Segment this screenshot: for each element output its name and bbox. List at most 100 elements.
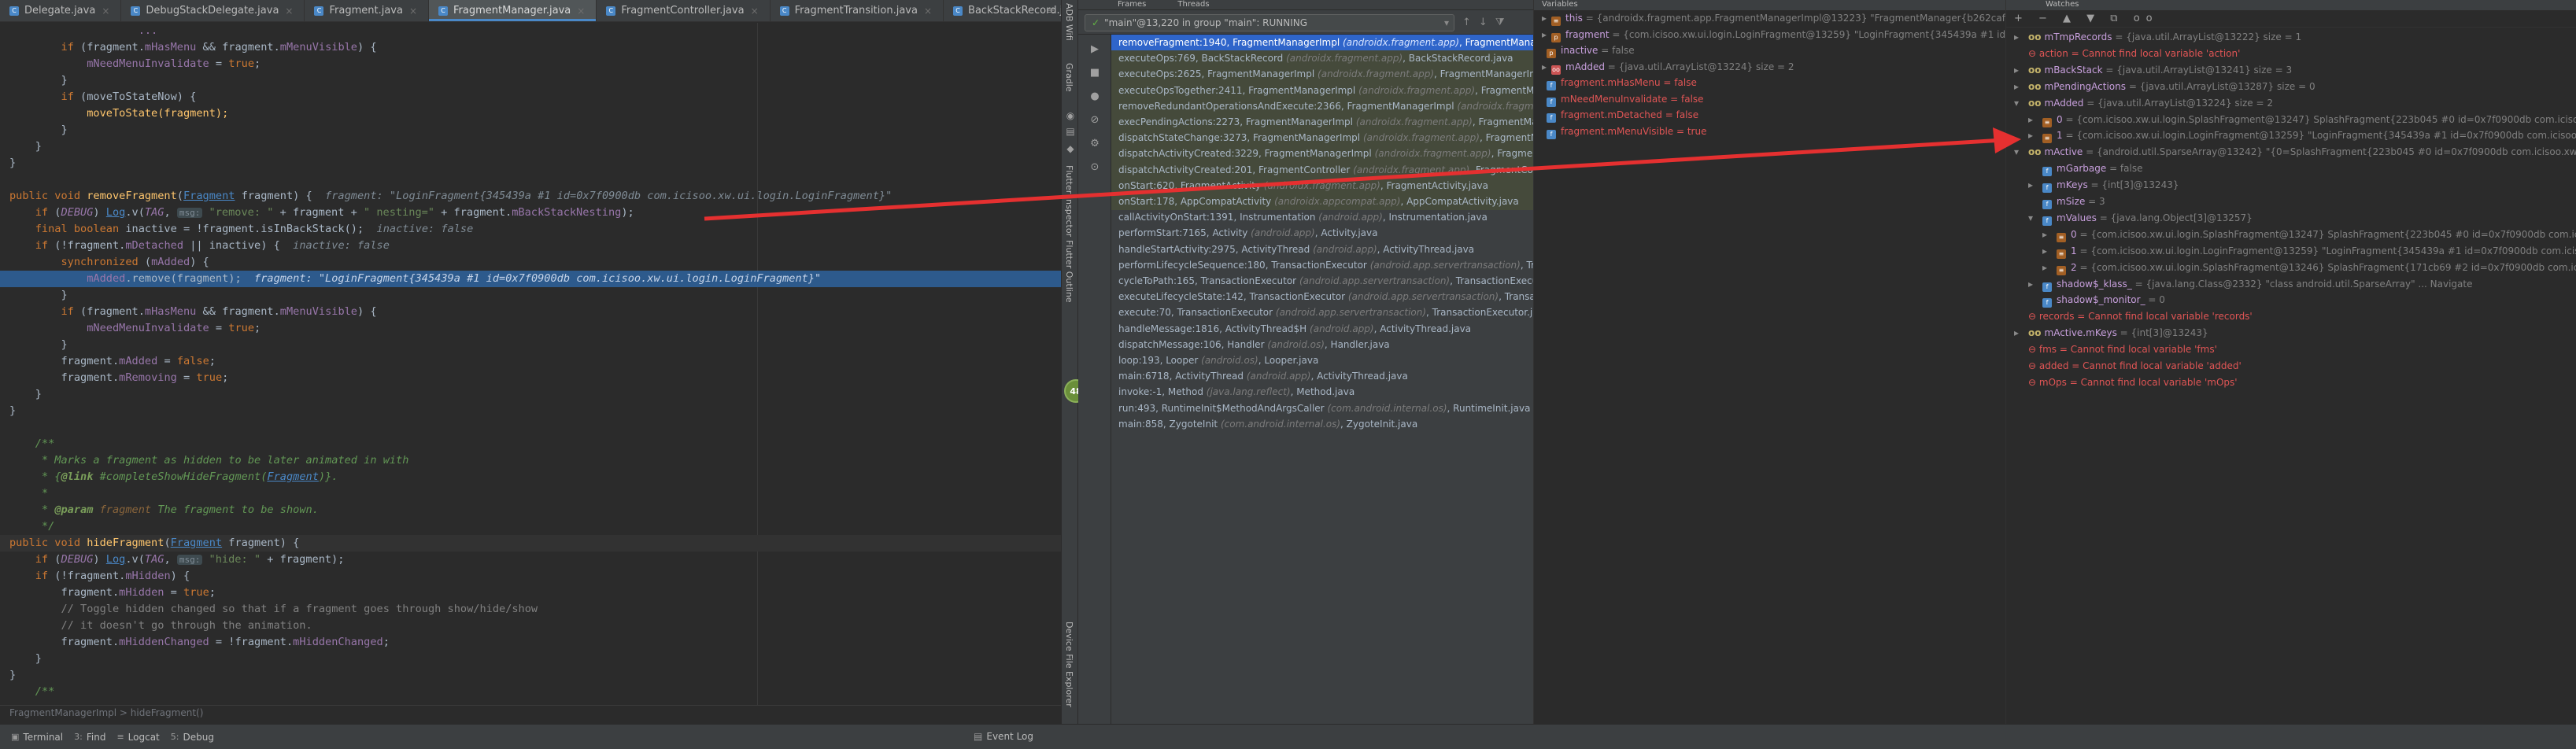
tab-delegate[interactable]: C Delegate.java × — [0, 0, 122, 21]
variable-row[interactable]: f mNeedMenuInvalidate = false — [1542, 91, 1704, 108]
watch-row[interactable]: ⊖ mOps = Cannot find local variable 'mOp… — [2014, 374, 2238, 391]
watch-row[interactable]: f shadow$_monitor_ = 0 — [2028, 292, 2165, 308]
close-icon[interactable]: × — [102, 6, 109, 17]
watches-toolbar[interactable]: + − ▲ ▼ ⧉ oo — [2006, 10, 2576, 28]
expand-icon[interactable]: ▸ — [2014, 29, 2023, 46]
bottom-tab-find[interactable]: 3: Find — [74, 732, 105, 743]
watch-row[interactable]: ▸ ≡ 0 = {com.icisoo.xw.ui.login.SplashFrag… — [2042, 227, 2576, 243]
watch-row[interactable]: ⊖ added = Cannot find local variable 'ad… — [2014, 358, 2242, 374]
flutter-inspector-icon[interactable]: ◆ — [1065, 143, 1076, 154]
stack-frame[interactable]: cycleToPath:165, TransactionExecutor (an… — [1111, 273, 1533, 290]
expand-icon[interactable]: ▾ — [2014, 144, 2023, 160]
close-icon[interactable]: × — [285, 6, 293, 17]
bottom-tab-terminal[interactable]: ▣ Terminal — [11, 732, 63, 743]
code-editor[interactable]: ... if (fragment.mHasMenu && fragment.mM… — [0, 23, 1061, 705]
build-icon[interactable]: ▤ — [1065, 126, 1076, 137]
variable-row[interactable]: ▸ p fragment = {com.icisoo.xw.ui.login.Log… — [1542, 27, 2035, 43]
watch-row[interactable]: ▸ oo mBackStack = {java.util.ArrayList@132… — [2014, 62, 2292, 79]
stack-frame[interactable]: onStart:178, AppCompatActivity (androidx… — [1111, 194, 1533, 210]
variable-row[interactable]: f fragment.mMenuVisible = true — [1542, 124, 1706, 140]
expand-icon[interactable]: ▸ — [2014, 62, 2023, 79]
stack-frame[interactable]: invoke:-1, Method (java.lang.reflect), M… — [1111, 384, 1533, 400]
watch-row[interactable]: f mSize = 3 — [2028, 194, 2105, 210]
expand-icon[interactable]: ▸ — [2014, 325, 2023, 341]
tab-fragmentcontroller[interactable]: C FragmentController.java × — [597, 0, 771, 21]
stack-frame[interactable]: dispatchStateChange:3273, FragmentManage… — [1111, 130, 1533, 147]
watch-row[interactable]: ▾ oo mActive = {android.util.SparseArray@1… — [2014, 144, 2576, 160]
expand-icon[interactable]: ▸ — [2042, 260, 2052, 276]
stack-frame[interactable]: callActivityOnStart:1391, Instrumentatio… — [1111, 209, 1533, 226]
gradle-tab[interactable]: Gradle — [1064, 63, 1074, 92]
flutter-outline-tab[interactable]: Flutter Outline — [1064, 240, 1074, 303]
watch-row[interactable]: ▸ f mKeys = {int[3]@13243} — [2028, 177, 2179, 194]
watch-row[interactable]: ▸ ≡ 1 = {com.icisoo.xw.ui.login.LoginFragm… — [2028, 127, 2576, 144]
filter-icon[interactable]: ⧩ — [1495, 17, 1505, 28]
adb-wifi-tab[interactable]: ADB Wifi — [1064, 3, 1074, 41]
watch-row[interactable]: ▸ ≡ 0 = {com.icisoo.xw.ui.login.SplashFrag… — [2028, 112, 2576, 128]
stack-frame[interactable]: main:858, ZygoteInit (com.android.intern… — [1111, 416, 1533, 433]
watch-row[interactable]: ⊖ action = Cannot find local variable 'a… — [2014, 46, 2240, 62]
variable-row[interactable]: f fragment.mHasMenu = false — [1542, 75, 1697, 91]
tab-debugstackdelegate[interactable]: C DebugStackDelegate.java × — [121, 0, 305, 21]
expand-icon[interactable]: ▸ — [2028, 112, 2038, 128]
expand-icon[interactable]: ▸ — [2014, 79, 2023, 95]
device-file-explorer-tab[interactable]: Device File Explorer — [1064, 622, 1074, 707]
close-icon[interactable]: × — [751, 6, 759, 17]
pin-icon[interactable]: ⊙ — [1088, 160, 1102, 175]
stack-frame[interactable]: handleStartActivity:2975, ActivityThread… — [1111, 242, 1533, 258]
arrow-up-icon[interactable]: ↑ — [1462, 17, 1471, 28]
watch-row[interactable]: ▸ oo mPendingActions = {java.util.ArrayLis… — [2014, 79, 2315, 95]
flutter-inspector-tab[interactable]: Flutter Inspector — [1064, 165, 1074, 237]
stack-frame[interactable]: handleMessage:1816, ActivityThread$H (an… — [1111, 321, 1533, 338]
close-icon[interactable]: × — [409, 6, 417, 17]
arrow-down-icon[interactable]: ↓ — [1479, 17, 1488, 28]
expand-icon[interactable]: ▸ — [2042, 227, 2052, 243]
expand-icon[interactable]: ▸ — [2028, 276, 2038, 293]
stack-frame[interactable]: executeOpsTogether:2411, FragmentManager… — [1111, 82, 1533, 99]
watch-row[interactable]: ▸ oo mTmpRecords = {java.util.ArrayList@13… — [2014, 29, 2301, 46]
stack-frame[interactable]: onStart:620, FragmentActivity (androidx.… — [1111, 177, 1533, 194]
watch-row[interactable]: ⊖ records = Cannot find local variable '… — [2014, 308, 2253, 325]
expand-icon[interactable]: ▾ — [2014, 95, 2023, 112]
stack-frame[interactable]: executeOps:2625, FragmentManagerImpl (an… — [1111, 66, 1533, 83]
tab-fragmenttransition[interactable]: C FragmentTransition.java × — [771, 0, 944, 21]
event-log-button[interactable]: ▤ Event Log — [974, 731, 1033, 742]
expand-icon[interactable]: ▸ — [2028, 177, 2038, 194]
expand-icon[interactable]: ▸ — [1542, 61, 1547, 72]
expand-icon[interactable]: ▾ — [2028, 210, 2038, 227]
watch-row[interactable]: ▸ ≡ 2 = {com.icisoo.xw.ui.login.SplashFrag… — [2042, 260, 2576, 276]
stack-frame[interactable]: executeOps:769, BackStackRecord (android… — [1111, 50, 1533, 68]
variable-row[interactable]: p inactive = false — [1542, 42, 1635, 59]
bottom-tab-logcat[interactable]: ≡ Logcat — [116, 732, 159, 743]
watch-row[interactable]: ▸ f shadow$_klass_ = {java.lang.Class@2332… — [2028, 276, 2473, 293]
stack-frame[interactable]: performStart:7165, Activity (android.app… — [1111, 225, 1533, 242]
variable-row[interactable]: f fragment.mDetached = false — [1542, 107, 1698, 124]
tab-fragment[interactable]: C Fragment.java × — [305, 0, 430, 21]
stack-frame[interactable]: execPendingActions:2273, FragmentManager… — [1111, 114, 1533, 131]
breakpoint-current-line[interactable]: mAdded.remove(fragment); fragment: "Logi… — [0, 271, 1061, 287]
stack-frame[interactable]: dispatchActivityCreated:201, FragmentCon… — [1111, 161, 1533, 179]
tab-overflow-icon[interactable]: ≡ — [1047, 5, 1055, 16]
stop-icon[interactable]: ■ — [1088, 66, 1102, 80]
close-icon[interactable]: × — [577, 6, 585, 17]
stack-frame[interactable]: run:493, RuntimeInit$MethodAndArgsCaller… — [1111, 400, 1533, 417]
expand-icon[interactable]: ▸ — [2042, 243, 2052, 260]
watch-row[interactable]: f mGarbage = false — [2028, 160, 2142, 177]
stack-frame[interactable]: executeLifecycleState:142, TransactionEx… — [1111, 289, 1533, 305]
resume-icon[interactable]: ▶ — [1088, 42, 1102, 57]
variable-row[interactable]: ▸ oo mAdded = {java.util.ArrayList@13224} … — [1542, 59, 1794, 76]
thread-selector[interactable]: ✓ "main"@13,220 in group "main": RUNNING ▾ — [1085, 13, 1454, 31]
stack-frame[interactable]: dispatchActivityCreated:3229, FragmentMa… — [1111, 146, 1533, 163]
stack-frame[interactable]: execute:70, TransactionExecutor (android… — [1111, 304, 1533, 321]
watch-row[interactable]: ▾ f mValues = {java.lang.Object[3]@13257} — [2028, 210, 2253, 227]
stack-frame[interactable]: loop:193, Looper (android.os), Looper.ja… — [1111, 352, 1533, 369]
expand-icon[interactable]: ▸ — [1542, 13, 1547, 24]
expand-icon[interactable]: ▸ — [2028, 127, 2038, 144]
stack-frame[interactable]: removeRedundantOperationsAndExecute:2366… — [1111, 98, 1533, 115]
stack-frame[interactable]: dispatchMessage:106, Handler (android.os… — [1111, 337, 1533, 353]
stack-frame[interactable]: removeFragment:1940, FragmentManagerImpl… — [1111, 35, 1533, 51]
stack-frame[interactable]: main:6718, ActivityThread (android.app),… — [1111, 368, 1533, 385]
variable-row[interactable]: ▸ ≡ this = {androidx.fragment.app.Fragment… — [1542, 10, 2033, 27]
watch-row[interactable]: ▸ ≡ 1 = {com.icisoo.xw.ui.login.LoginFragm… — [2042, 243, 2576, 260]
bottom-tab-debug[interactable]: 5: Debug — [171, 732, 214, 743]
